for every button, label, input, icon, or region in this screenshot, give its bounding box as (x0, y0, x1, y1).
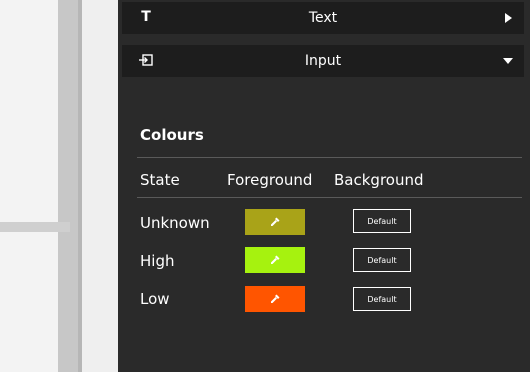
state-label-low: Low (140, 290, 170, 308)
background-default-button-unknown[interactable]: Default (353, 209, 411, 233)
vertical-bar-edge (78, 0, 82, 372)
foreground-swatch-unknown[interactable] (245, 209, 305, 235)
section-label-input: Input (304, 53, 342, 69)
foreground-swatch-low[interactable] (245, 286, 305, 312)
section-header-text[interactable]: T Text (122, 2, 524, 34)
text-type-icon: T (141, 9, 151, 25)
canvas-area (0, 0, 118, 372)
divider (137, 197, 522, 198)
divider (137, 157, 522, 158)
chevron-right-icon (505, 13, 512, 23)
connector-arrow-tip (62, 222, 70, 232)
color-picker-icon (271, 294, 280, 303)
input-icon (138, 51, 154, 69)
section-label-text: Text (308, 10, 338, 26)
section-header-input[interactable]: Input (122, 45, 524, 77)
colours-title: Colours (140, 126, 204, 144)
column-header-background: Background (334, 171, 424, 189)
state-label-unknown: Unknown (140, 214, 210, 232)
color-picker-icon (271, 217, 280, 226)
background-default-button-high[interactable]: Default (353, 248, 411, 272)
color-picker-icon (271, 255, 280, 264)
background-default-button-low[interactable]: Default (353, 287, 411, 311)
vertical-bar-widget[interactable] (58, 0, 78, 372)
state-label-high: High (140, 252, 175, 270)
canvas-background (0, 0, 58, 372)
column-header-foreground: Foreground (227, 171, 313, 189)
foreground-swatch-high[interactable] (245, 247, 305, 273)
chevron-down-icon (503, 58, 513, 64)
horizontal-connector (0, 222, 70, 232)
column-header-state: State (140, 171, 180, 189)
